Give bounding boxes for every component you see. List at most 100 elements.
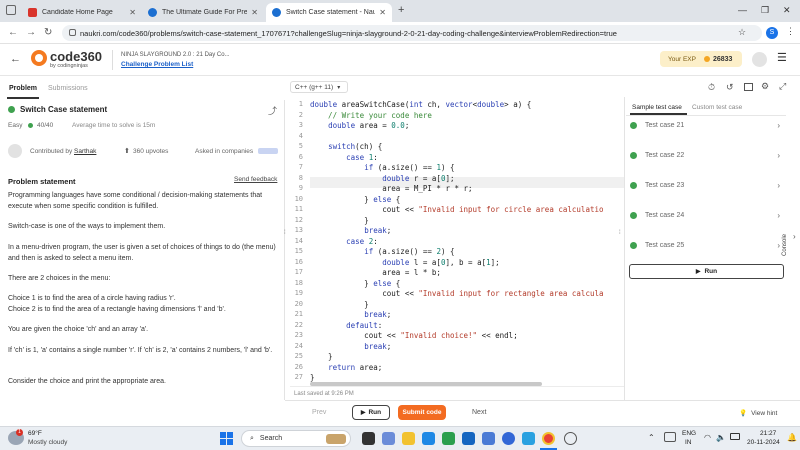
run-button[interactable]: ▶ Run xyxy=(352,405,390,420)
file-explorer-icon[interactable] xyxy=(402,432,415,445)
test-case-row[interactable]: Test case 21 › xyxy=(630,116,780,134)
close-tab-icon[interactable]: ✕ xyxy=(251,8,258,17)
send-feedback-link[interactable]: Send feedback xyxy=(234,176,277,183)
code-line[interactable]: double r = a[0]; xyxy=(310,174,454,183)
reload-icon[interactable]: ↻ xyxy=(44,27,52,38)
close-tab-icon[interactable]: ✕ xyxy=(129,8,136,17)
code-line[interactable]: if (a.size() == 1) { xyxy=(310,163,454,172)
run-test-button[interactable]: ▶ Run xyxy=(629,264,784,279)
url-bar[interactable]: naukri.com/code360/problems/switch-case-… xyxy=(62,25,762,41)
browser-tab-switch-case[interactable]: Switch Case statement - Naukri ✕ xyxy=(266,3,392,22)
tab-search-icon[interactable] xyxy=(6,5,16,15)
language-select[interactable]: C++ (g++ 11) ▾ xyxy=(290,81,348,93)
site-info-icon[interactable] xyxy=(69,29,76,36)
code-line[interactable]: if (a.size() == 2) { xyxy=(310,247,454,256)
battery-icon[interactable] xyxy=(730,433,740,440)
submit-code-button[interactable]: Submit code xyxy=(398,405,446,420)
mail-icon[interactable] xyxy=(482,432,495,445)
code-line[interactable]: } xyxy=(310,352,333,361)
tab-sample-test-case[interactable]: Sample test case xyxy=(632,104,682,111)
test-case-row[interactable]: Test case 22 › xyxy=(630,146,780,164)
tray-overflow-icon[interactable]: ⌃ xyxy=(648,433,655,442)
taskbar-search-box[interactable]: ⌕ Search xyxy=(241,430,351,447)
code-line[interactable]: area = M_PI * r * r; xyxy=(310,184,472,193)
store-icon[interactable] xyxy=(462,432,475,445)
close-window-icon[interactable]: ✕ xyxy=(783,5,791,16)
code-line[interactable]: // Write your code here xyxy=(310,111,432,120)
wifi-icon[interactable]: ◠ xyxy=(704,433,711,442)
app-icon[interactable] xyxy=(442,432,455,445)
clock-time[interactable]: 21:27 xyxy=(760,430,776,437)
timer-icon[interactable]: ⏱ xyxy=(708,82,715,93)
code-line[interactable]: break; xyxy=(310,342,391,351)
browser-tab-ultimate-guide[interactable]: The Ultimate Guide For Prepar ✕ xyxy=(142,3,264,22)
code-line[interactable]: } else { xyxy=(310,195,400,204)
resize-handle-icon[interactable]: ⁞ xyxy=(284,230,286,236)
code-line[interactable]: area = l * b; xyxy=(310,268,441,277)
brand-name[interactable]: code360 xyxy=(50,49,102,64)
test-case-row[interactable]: Test case 24 › xyxy=(630,206,780,224)
windows-start-icon[interactable] xyxy=(220,432,233,445)
test-case-row[interactable]: Test case 23 › xyxy=(630,176,780,194)
code-line[interactable]: return area; xyxy=(310,363,382,372)
edge-browser-icon[interactable] xyxy=(422,432,435,445)
hamburger-menu-icon[interactable]: ☰ xyxy=(777,51,787,64)
chrome-icon[interactable] xyxy=(542,432,555,445)
back-icon[interactable]: ← xyxy=(8,27,18,38)
next-button[interactable]: Next xyxy=(472,409,486,416)
help-icon[interactable] xyxy=(502,432,515,445)
code360-logo-icon[interactable] xyxy=(31,50,47,66)
code-editor[interactable]: 1 double areaSwitchCase(int ch, vector<do… xyxy=(290,97,624,385)
close-tab-icon[interactable]: ✕ xyxy=(379,8,386,17)
upvote-icon[interactable]: ⬆ xyxy=(124,147,130,155)
code-line[interactable]: double area = 0.0; xyxy=(310,121,409,130)
reset-code-icon[interactable]: ↺ xyxy=(726,82,734,93)
restore-icon[interactable]: ❐ xyxy=(761,5,769,16)
new-tab-button[interactable]: + xyxy=(398,4,404,16)
code-line[interactable]: case 2: xyxy=(310,237,378,246)
code-line[interactable]: double areaSwitchCase(int ch, vector<dou… xyxy=(310,100,531,109)
settings-gear-icon[interactable]: ⚙ xyxy=(761,81,769,92)
back-arrow-icon[interactable]: ← xyxy=(10,53,21,65)
code-line[interactable]: break; xyxy=(310,310,391,319)
browser-tab-candidate-home[interactable]: Candidate Home Page ✕ xyxy=(22,3,142,22)
code-line[interactable]: switch(ch) { xyxy=(310,142,382,151)
code-line[interactable]: cout << "Invalid input for circle area c… xyxy=(310,205,603,214)
code-line[interactable]: } else { xyxy=(310,279,400,288)
browser-menu-icon[interactable]: ⋮ xyxy=(786,26,795,37)
view-hint-button[interactable]: 💡 View hint xyxy=(739,406,791,420)
fullscreen-icon[interactable]: ⤢ xyxy=(779,81,786,92)
user-avatar[interactable] xyxy=(752,52,767,67)
task-view-icon[interactable] xyxy=(362,432,375,445)
magnifier-icon[interactable] xyxy=(564,432,577,445)
code-line[interactable]: double l = a[0], b = a[1]; xyxy=(310,258,499,267)
prev-button[interactable]: Prev xyxy=(312,409,326,416)
notifications-bell-icon[interactable]: 🔔 xyxy=(787,433,797,442)
code-line[interactable]: cout << "Invalid choice!" << endl; xyxy=(310,331,518,340)
resize-handle-icon[interactable]: ⁞ xyxy=(619,230,621,236)
code-line[interactable]: cout << "Invalid input for rectangle are… xyxy=(310,289,603,298)
contributor-link[interactable]: Sarthak xyxy=(74,148,96,155)
exp-badge[interactable]: Your EXP 26833 xyxy=(660,51,742,67)
layout-icon[interactable] xyxy=(744,83,753,91)
code-line[interactable]: break; xyxy=(310,226,391,235)
app-icon[interactable] xyxy=(522,432,535,445)
profile-avatar[interactable]: S xyxy=(766,27,778,39)
code-line[interactable]: } xyxy=(310,373,315,382)
tab-submissions[interactable]: Submissions xyxy=(48,85,88,92)
language-indicator[interactable]: ENG xyxy=(682,430,696,437)
console-toggle[interactable]: Console xyxy=(782,234,788,256)
tab-problem[interactable]: Problem xyxy=(9,85,37,92)
bookmark-star-icon[interactable]: ☆ xyxy=(738,27,746,38)
tray-app-icon[interactable] xyxy=(664,432,676,442)
test-case-row[interactable]: Test case 25 › xyxy=(630,236,780,254)
tab-custom-test-case[interactable]: Custom test case xyxy=(692,104,742,111)
minimize-icon[interactable]: — xyxy=(738,5,747,15)
forward-icon[interactable]: → xyxy=(26,27,36,38)
share-icon[interactable]: ⤴ xyxy=(268,104,277,117)
code-line[interactable]: } xyxy=(310,216,369,225)
code-line[interactable]: case 1: xyxy=(310,153,378,162)
widgets-icon[interactable] xyxy=(382,432,395,445)
challenge-problem-list-link[interactable]: Challenge Problem List xyxy=(121,61,193,68)
code-line[interactable]: } xyxy=(310,300,369,309)
